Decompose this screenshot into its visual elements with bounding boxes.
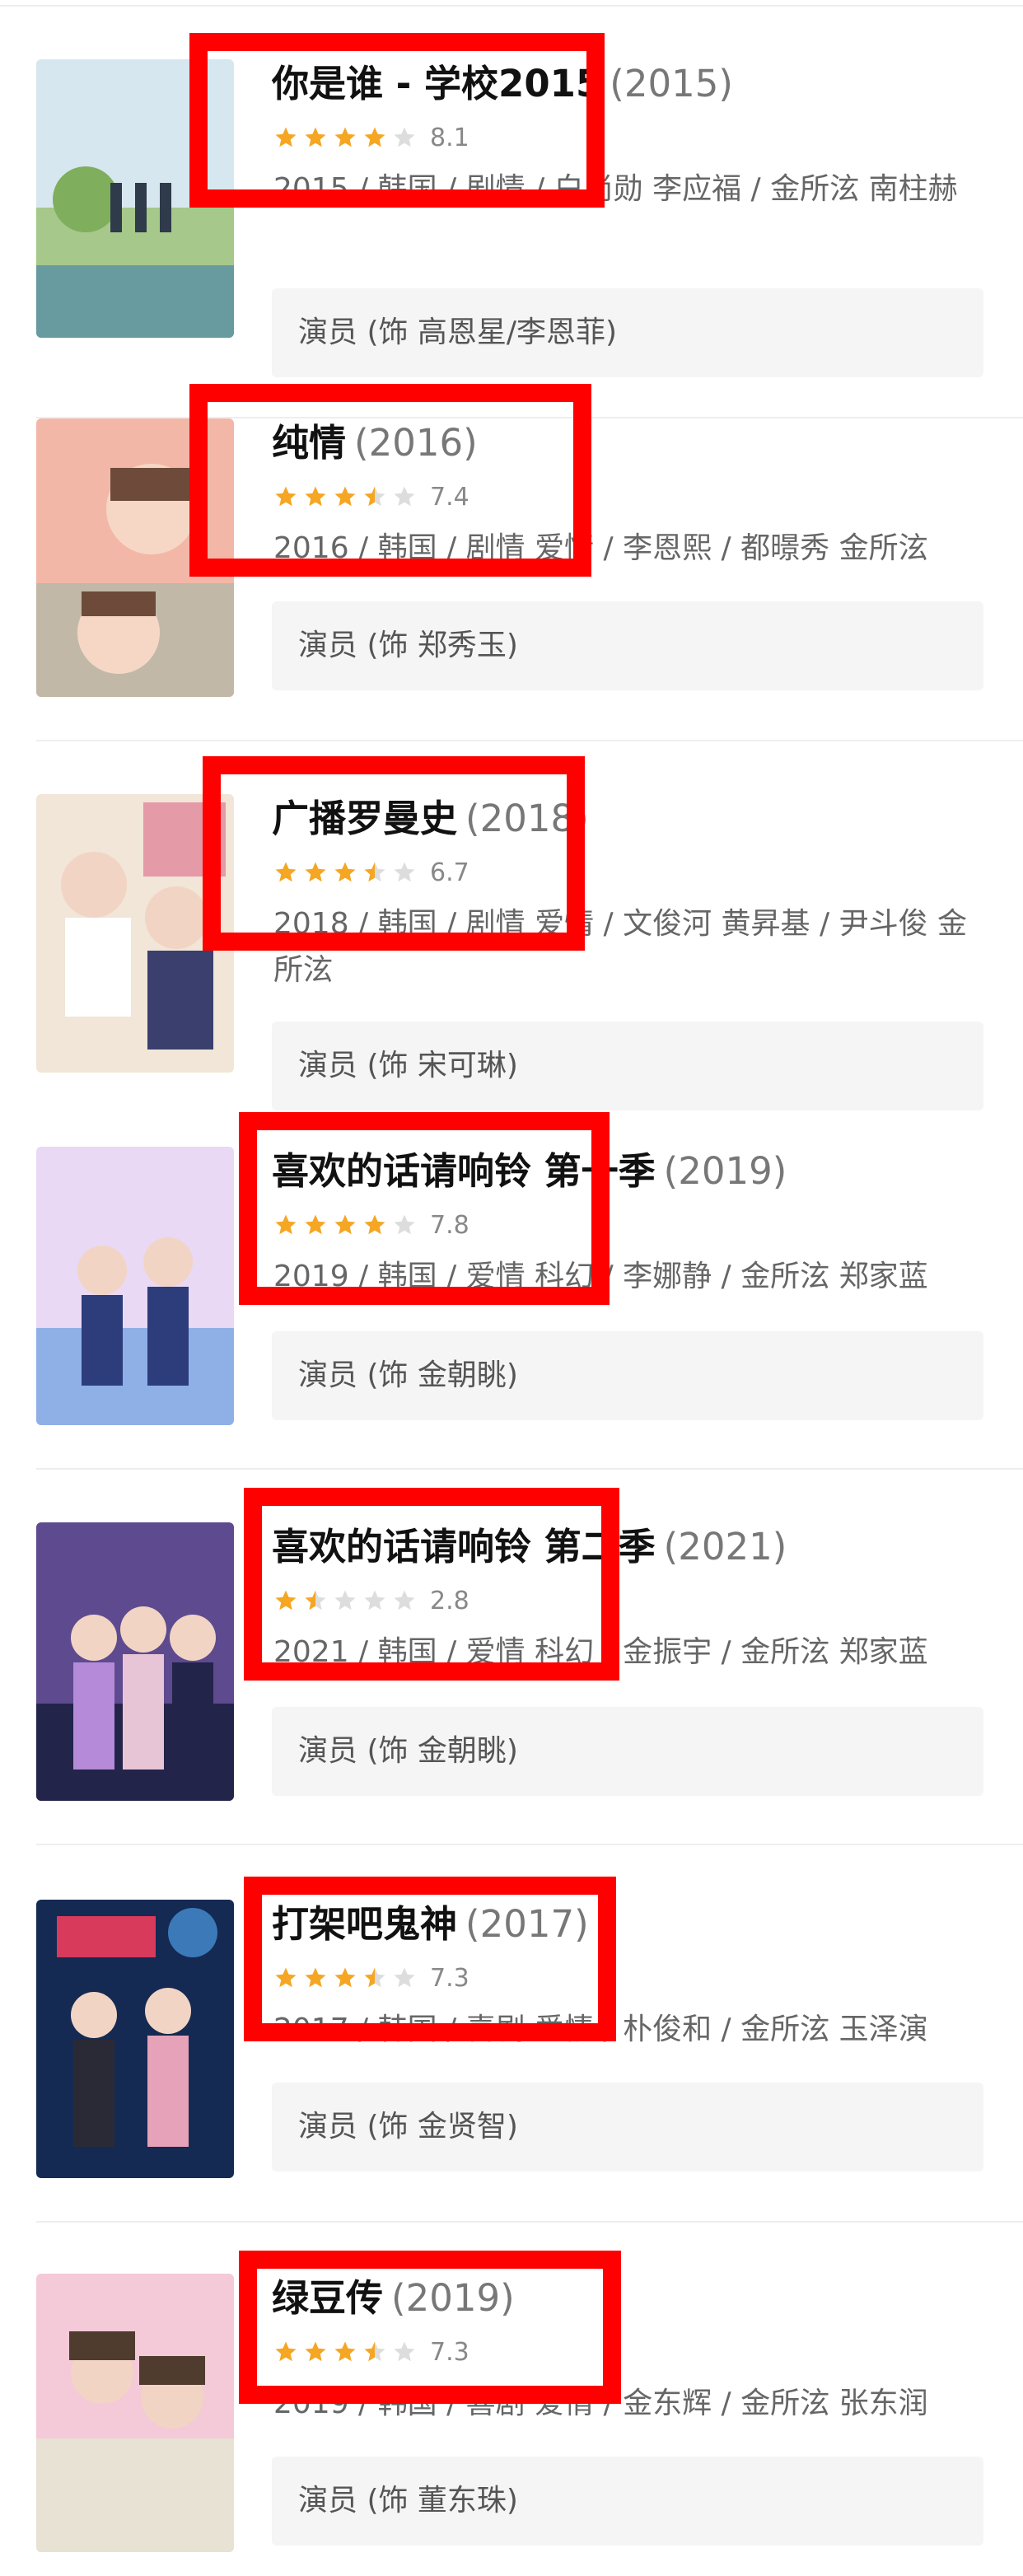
entry-divider: [36, 1468, 1023, 1470]
highlight-box: [239, 2251, 621, 2404]
year-text: (2021): [663, 1525, 787, 1569]
highlight-box: [244, 1877, 616, 2041]
highlight-box: [189, 33, 605, 208]
role-text: 演员 (饰 宋可琳): [298, 1049, 518, 1082]
role-box: 演员 (饰 董东珠): [272, 2457, 983, 2546]
role-text: 演员 (饰 高恩星/李恩菲): [298, 316, 618, 349]
role-box: 演员 (饰 金朝眺): [272, 1331, 983, 1420]
role-text: 演员 (饰 郑秀玉): [298, 629, 518, 662]
role-box: 演员 (饰 宋可琳): [272, 1022, 983, 1110]
role-text: 演员 (饰 董东珠): [298, 2484, 518, 2518]
role-box: 演员 (饰 金贤智): [272, 2083, 983, 2172]
highlight-box: [244, 1488, 619, 1681]
entry-divider: [36, 1844, 1023, 1845]
highlight-box: [239, 1112, 610, 1305]
entry-divider: [36, 2221, 1023, 2223]
entry-divider: [36, 740, 1023, 741]
highlight-box: [203, 756, 585, 951]
role-box: 演员 (饰 高恩星/李恩菲): [272, 288, 983, 377]
poster-image[interactable]: [36, 1900, 234, 2178]
role-box: 演员 (饰 郑秀玉): [272, 601, 983, 690]
poster-image[interactable]: [36, 1147, 234, 1425]
year-text: (2015): [610, 62, 733, 105]
role-text: 演员 (饰 金朝眺): [298, 1734, 518, 1768]
role-box: 演员 (饰 金朝眺): [272, 1707, 983, 1796]
highlight-box: [189, 384, 591, 577]
role-text: 演员 (饰 金贤智): [298, 2110, 518, 2144]
top-divider: [0, 5, 1023, 7]
poster-image[interactable]: [36, 2274, 234, 2552]
role-text: 演员 (饰 金朝眺): [298, 1358, 518, 1392]
poster-image[interactable]: [36, 1522, 234, 1801]
year-text: (2019): [663, 1149, 787, 1193]
